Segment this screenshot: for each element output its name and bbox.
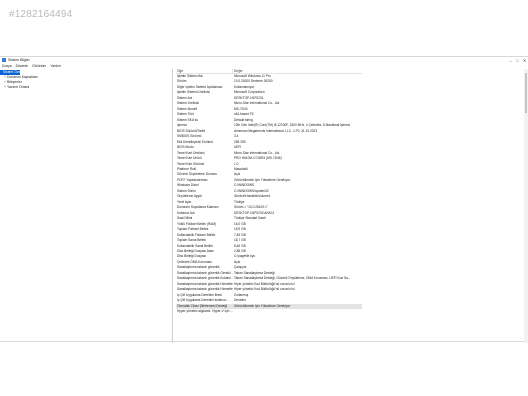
tree-item-label: Yazılım Ortamı: [7, 85, 30, 89]
main-content: Sistem Özeti +Donanım Kaynakları +Bileşenl…: [0, 69, 528, 343]
column-header-item[interactable]: Öğe: [176, 69, 233, 73]
table-row[interactable]: Hyper-yönetici algılandı. Hyper-V için .…: [176, 309, 362, 314]
window-title: Sistem Bilgisi: [8, 58, 30, 62]
value-cell: [233, 309, 362, 314]
table-body: İşletim Sistemi Adı Microsoft Windows 11 …: [176, 74, 362, 315]
watermark-id: #1282164494: [9, 9, 73, 20]
close-button[interactable]: ✕: [521, 58, 528, 63]
tree-item-label: Sistem Özeti: [3, 70, 23, 74]
column-header-value[interactable]: Değer: [233, 69, 362, 73]
details-table: Öğe Değer İşletim Sistemi Adı Microsoft W…: [176, 69, 362, 315]
details-pane: Öğe Değer İşletim Sistemi Adı Microsoft W…: [173, 69, 528, 343]
tree-item-label: Donanım Kaynakları: [7, 75, 38, 79]
scrollbar-thumb[interactable]: [525, 73, 527, 113]
app-icon: [2, 58, 6, 62]
item-cell: Hyper-yönetici algılandı. Hyper-V için .…: [177, 309, 233, 314]
category-tree: Sistem Özeti +Donanım Kaynakları +Bileşenl…: [0, 69, 173, 343]
menu-edit[interactable]: Düzenle: [16, 64, 28, 68]
tree-item[interactable]: +Yazılım Ortamı: [0, 85, 172, 90]
minimize-button[interactable]: –: [507, 58, 514, 63]
menu-file[interactable]: Dosya: [2, 64, 12, 68]
system-information-window: Sistem Bilgisi – □ ✕ Dosya Düzenle Görün…: [0, 56, 528, 343]
menu-bar: Dosya Düzenle Görünüm Yardım: [0, 63, 528, 68]
maximize-button[interactable]: □: [514, 58, 521, 63]
tree-item-label: Bileşenler: [7, 80, 22, 84]
menu-help[interactable]: Yardım: [50, 64, 61, 68]
menu-view[interactable]: Görünüm: [32, 64, 46, 68]
vertical-scrollbar[interactable]: [524, 69, 528, 343]
